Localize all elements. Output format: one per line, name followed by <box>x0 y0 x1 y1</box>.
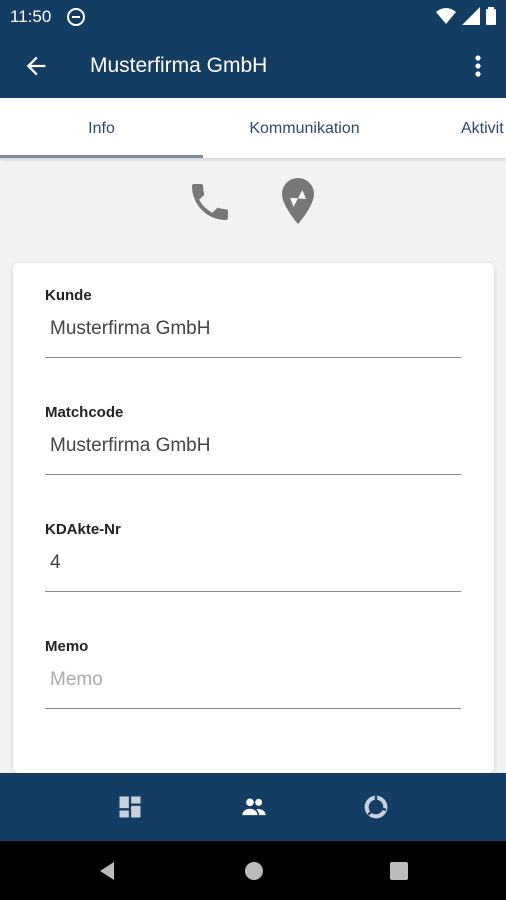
field-label: Matchcode <box>45 404 124 421</box>
people-icon[interactable] <box>240 793 268 821</box>
dashboard-icon[interactable] <box>116 793 144 821</box>
status-icons <box>436 7 496 25</box>
memo-input[interactable]: Memo <box>50 669 103 691</box>
matchcode-input[interactable]: Musterfirma GmbH <box>50 435 210 457</box>
field-underline <box>45 591 461 592</box>
field-label: Kunde <box>45 287 92 304</box>
quick-actions <box>0 176 506 228</box>
dnd-icon <box>66 7 86 32</box>
field-underline <box>45 357 461 358</box>
kunde-input[interactable]: Musterfirma GmbH <box>50 318 210 340</box>
system-nav-bar <box>0 841 506 900</box>
system-back-icon[interactable] <box>96 859 118 888</box>
field-label: KDAkte-Nr <box>45 521 121 538</box>
kdakte-input[interactable]: 4 <box>50 552 61 574</box>
bottom-nav <box>0 773 506 841</box>
tab-aktivitaeten[interactable]: Aktivit <box>406 98 506 158</box>
field-underline <box>45 708 461 709</box>
tab-indicator <box>0 155 203 158</box>
tab-bar: Info Kommunikation Aktivit <box>0 98 506 158</box>
status-time: 11:50 <box>10 7 52 26</box>
donut-icon[interactable] <box>362 793 390 821</box>
page-title: Musterfirma GmbH <box>90 54 268 77</box>
battery-icon <box>486 7 496 25</box>
back-arrow-icon[interactable] <box>22 52 50 80</box>
tab-kommunikation[interactable]: Kommunikation <box>203 98 406 158</box>
app-bar: Musterfirma GmbH <box>0 34 506 98</box>
field-label: Memo <box>45 638 89 655</box>
status-bar: 11:50 <box>0 0 506 34</box>
more-options-icon[interactable] <box>468 52 488 80</box>
system-home-icon[interactable] <box>243 859 265 888</box>
field-underline <box>45 474 461 475</box>
wifi-icon <box>436 8 456 24</box>
signal-icon <box>462 7 480 25</box>
phone-icon[interactable] <box>186 176 234 228</box>
tab-info[interactable]: Info <box>0 98 203 158</box>
details-card: Kunde Musterfirma GmbH Matchcode Musterf… <box>13 263 494 773</box>
system-recents-icon[interactable] <box>388 859 410 888</box>
place-icon[interactable] <box>274 176 322 228</box>
